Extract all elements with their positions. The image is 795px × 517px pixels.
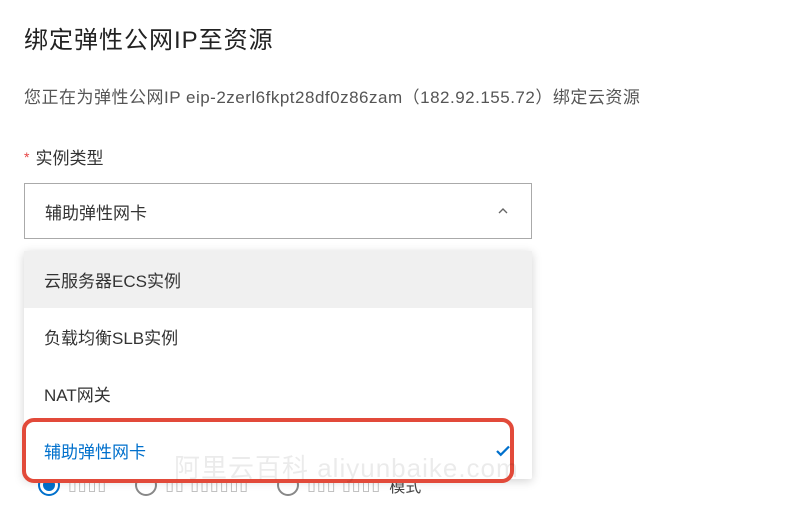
checkmark-icon bbox=[494, 442, 512, 460]
eip-id: eip-2zerl6fkpt28df0z86zam bbox=[186, 88, 403, 107]
instance-type-label: * 实例类型 bbox=[24, 144, 771, 169]
description-prefix: 您正在为弹性公网IP bbox=[24, 88, 186, 107]
dropdown-option-label: 云服务器ECS实例 bbox=[44, 267, 181, 292]
dropdown-option-label: 负载均衡SLB实例 bbox=[44, 324, 178, 349]
dropdown-option-label: 辅助弹性网卡 bbox=[44, 438, 146, 463]
instance-type-label-text: 实例类型 bbox=[35, 144, 103, 169]
description: 您正在为弹性公网IP eip-2zerl6fkpt28df0z86zam（182… bbox=[24, 83, 771, 108]
dropdown-panel: 云服务器ECS实例 负载均衡SLB实例 NAT网关 辅助弹性网卡 阿里云百科 a… bbox=[24, 251, 532, 479]
dropdown-option-eni[interactable]: 辅助弹性网卡 bbox=[24, 422, 532, 479]
required-mark: * bbox=[24, 149, 29, 165]
select-display[interactable]: 辅助弹性网卡 bbox=[24, 183, 532, 239]
page-title: 绑定弹性公网IP至资源 bbox=[24, 20, 771, 55]
instance-type-select[interactable]: 辅助弹性网卡 bbox=[24, 183, 532, 239]
dropdown-option-ecs[interactable]: 云服务器ECS实例 bbox=[24, 251, 532, 308]
description-suffix: 绑定云资源 bbox=[553, 88, 641, 107]
chevron-up-icon bbox=[495, 203, 511, 219]
select-value: 辅助弹性网卡 bbox=[45, 199, 147, 224]
dropdown-option-label: NAT网关 bbox=[44, 381, 111, 406]
dropdown-option-slb[interactable]: 负载均衡SLB实例 bbox=[24, 308, 532, 365]
dropdown-option-nat[interactable]: NAT网关 bbox=[24, 365, 532, 422]
eip-ip: （182.92.155.72） bbox=[403, 88, 553, 107]
